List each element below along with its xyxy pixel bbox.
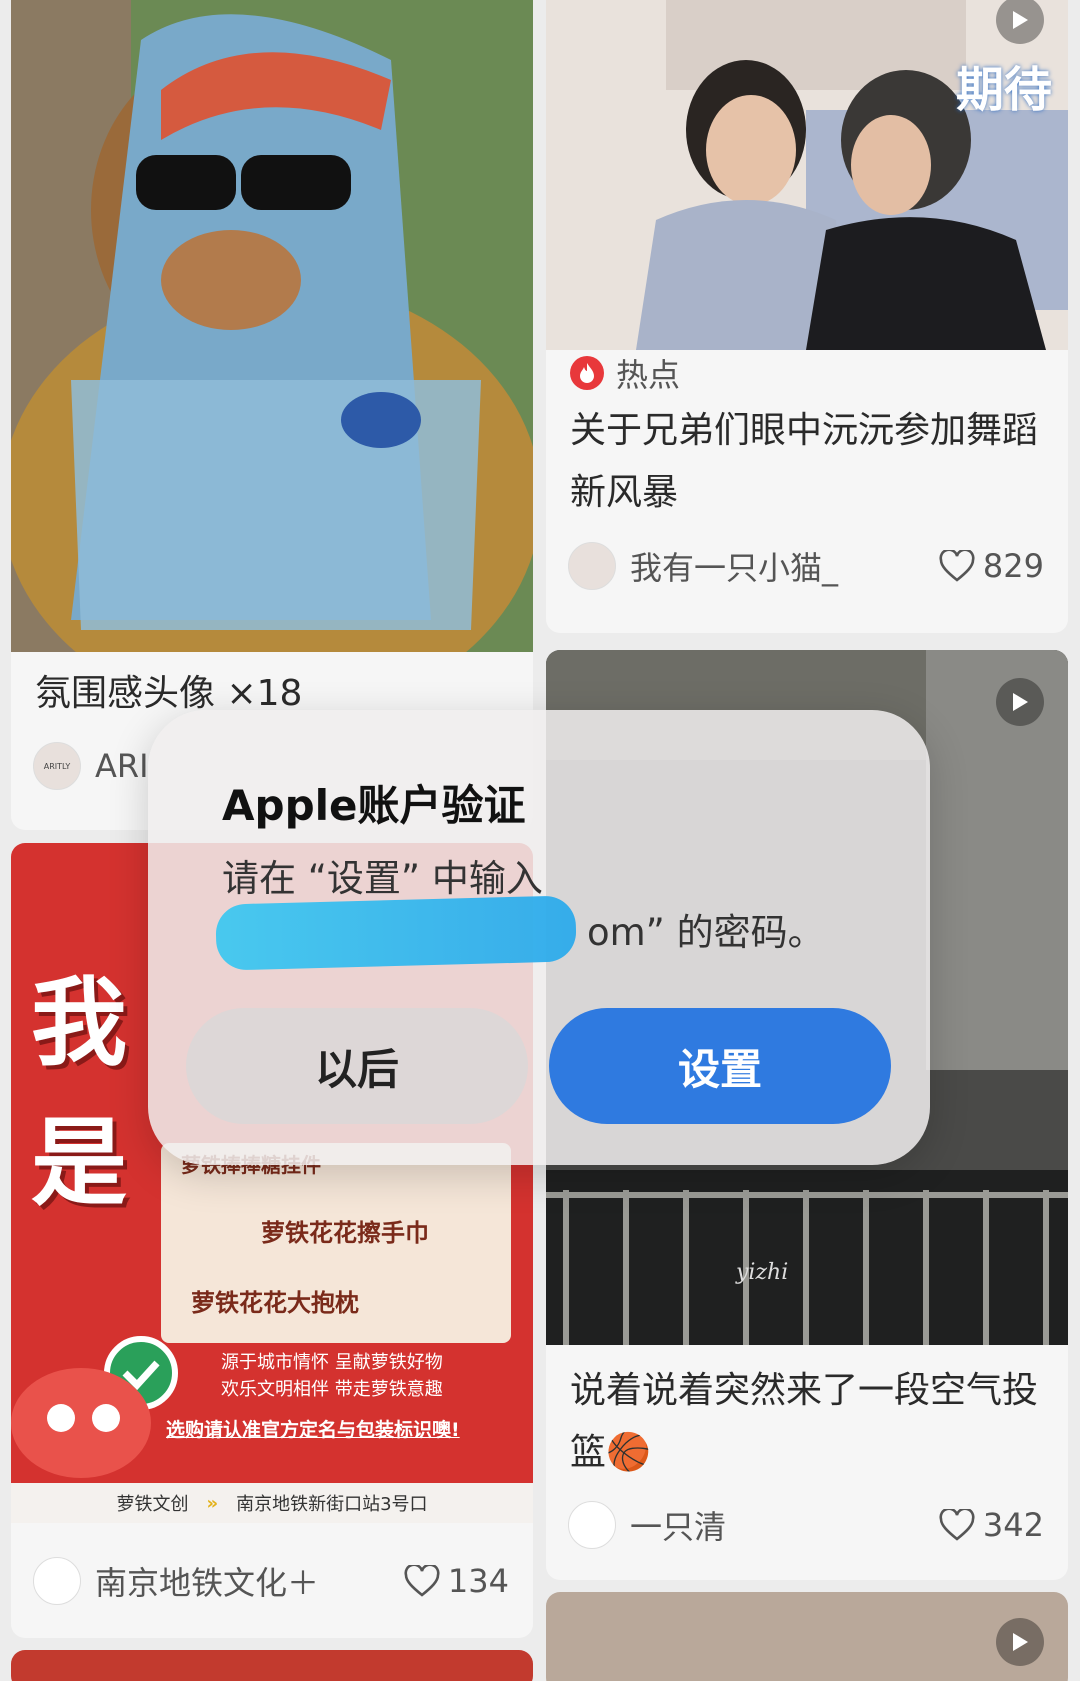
like-button[interactable]: 342 bbox=[939, 1506, 1044, 1544]
like-button[interactable]: 134 bbox=[404, 1562, 509, 1600]
like-button[interactable]: 829 bbox=[939, 547, 1044, 585]
footer-right: 南京地铁新街口站3号口 bbox=[236, 1494, 428, 1515]
mascot-icon bbox=[11, 1336, 178, 1478]
poster-big-text: 我是 bbox=[31, 967, 127, 1219]
card-title: 关于兄弟们眼中沅沅参加舞蹈新风暴 bbox=[570, 410, 1039, 513]
author-name[interactable]: 一只清 bbox=[630, 1502, 939, 1548]
avatar-text: ARITLY bbox=[43, 761, 71, 771]
poster-notice: 选购请认准官方定名与包装标识噢! bbox=[166, 1419, 460, 1441]
author-avatar[interactable] bbox=[568, 1501, 616, 1549]
heart-icon bbox=[404, 1565, 440, 1597]
card-meta: 南京地铁文化＋ 134 bbox=[33, 1553, 509, 1609]
note-card[interactable]: 氛围感头像 ×18 ARITLY ARI bbox=[11, 0, 533, 830]
poster-slogan: 源于城市情怀 呈献萝铁好物 bbox=[221, 1352, 443, 1373]
poster-item: 萝铁花花大抱枕 bbox=[191, 1289, 359, 1317]
watermark: yizhi bbox=[736, 1260, 789, 1285]
like-count: 829 bbox=[982, 547, 1044, 585]
author-avatar[interactable] bbox=[33, 1557, 81, 1605]
heart-icon bbox=[939, 550, 975, 582]
hot-label: 热点 bbox=[616, 356, 681, 394]
heart-icon bbox=[939, 1509, 975, 1541]
card-title: 说着说着突然来了一段空气投篮🏀 bbox=[570, 1370, 1039, 1473]
author-avatar[interactable]: ARITLY bbox=[33, 742, 81, 790]
flame-icon bbox=[570, 356, 604, 390]
author-avatar[interactable] bbox=[568, 542, 616, 590]
note-card[interactable] bbox=[11, 1650, 533, 1681]
cover-image bbox=[11, 0, 533, 652]
card-meta: 我有一只小猫_ 829 bbox=[568, 538, 1044, 594]
poster-panel: 萝铁捧捧糖挂件 萝铁花花擦手巾 萝铁花花大抱枕 bbox=[161, 1143, 511, 1343]
card-meta: 一只清 342 bbox=[568, 1497, 1044, 1553]
author-name[interactable]: 我有一只小猫_ bbox=[630, 543, 939, 589]
note-card[interactable]: 期待 热点 关于兄弟们眼中沅沅参加舞蹈新风暴 我有一只小猫_ 829 bbox=[546, 0, 1068, 633]
note-card[interactable] bbox=[546, 1592, 1068, 1681]
footer-left: 萝铁文创 bbox=[116, 1494, 189, 1515]
like-count: 134 bbox=[447, 1562, 509, 1600]
settings-button[interactable]: 设置 bbox=[549, 1008, 891, 1124]
poster-footer: 萝铁文创 » 南京地铁新街口站3号口 bbox=[11, 1483, 533, 1523]
play-icon[interactable] bbox=[996, 678, 1044, 726]
poster-slogan: 欢乐文明相伴 带走萝铁意趣 bbox=[221, 1379, 443, 1400]
redaction-scribble bbox=[215, 895, 577, 971]
poster-item: 萝铁花花擦手巾 bbox=[261, 1219, 429, 1247]
cover-overlay-text: 期待 bbox=[956, 62, 1053, 118]
author-name[interactable]: 南京地铁文化＋ bbox=[95, 1558, 404, 1604]
like-count: 342 bbox=[982, 1506, 1044, 1544]
arrows-icon: » bbox=[206, 1492, 219, 1514]
play-icon[interactable] bbox=[996, 1618, 1044, 1666]
later-button[interactable]: 以后 bbox=[186, 1008, 528, 1124]
dialog-title: Apple账户验证 bbox=[222, 781, 526, 830]
hot-badge: 热点 bbox=[570, 350, 680, 396]
